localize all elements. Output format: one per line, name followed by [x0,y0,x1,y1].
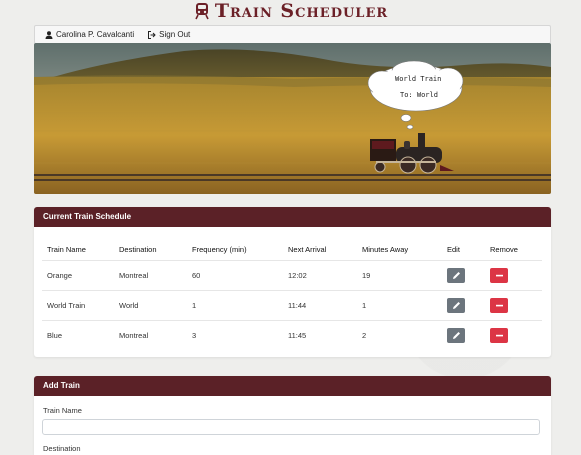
cell-next-arrival: 11:44 [283,290,357,321]
col-frequency: Frequency (min) [192,244,247,254]
col-minutes-away: Minutes Away [362,244,409,254]
remove-button[interactable] [490,298,508,313]
sign-out-link[interactable]: Sign Out [148,30,190,39]
table-header-row: Train Name Destination Frequency (min) N… [42,238,542,261]
minus-icon [495,304,503,307]
user-icon [45,30,53,39]
user-bar: Carolina P. Cavalcanti Sign Out [34,25,551,44]
app-header: Train Scheduler [0,0,581,22]
bubble-line-2: To: World [400,91,438,99]
prairie-train-illustration [34,43,551,194]
train-icon [193,2,211,20]
table-row: Orange Montreal 60 12:02 19 [42,260,542,291]
sign-out-label: Sign Out [159,30,191,39]
add-train-card-header: Add Train [34,376,551,396]
cell-minutes-away: 1 [357,290,442,321]
cell-train-name: World Train [42,290,114,321]
cell-frequency: 1 [187,290,283,321]
cell-destination: Montreal [114,260,187,291]
col-edit: Edit [447,244,460,254]
cell-train-name: Orange [42,260,114,291]
add-train-card: Add Train Train Name Destination [34,376,551,455]
bubble-line-1: World Train [395,75,442,83]
pencil-icon [452,272,460,279]
train-name-input[interactable] [42,419,540,435]
edit-button[interactable] [447,298,465,313]
cell-next-arrival: 11:45 [283,320,357,350]
remove-button[interactable] [490,268,508,283]
cell-minutes-away: 2 [357,320,442,350]
destination-label: Destination [43,444,81,453]
col-train-name: Train Name [47,244,86,254]
table-row: Blue Montreal 3 11:45 2 [42,320,542,350]
col-next-arrival: Next Arrival [288,244,327,254]
sign-out-icon [148,30,156,39]
col-remove: Remove [490,244,518,254]
page-title: Train Scheduler [214,0,389,22]
cell-frequency: 3 [187,320,283,350]
schedule-table: Train Name Destination Frequency (min) N… [42,238,542,350]
cell-minutes-away: 19 [357,260,442,291]
schedule-card-header: Current Train Schedule [34,207,551,227]
cell-next-arrival: 12:02 [283,260,357,291]
pencil-icon [452,302,460,309]
cell-train-name: Blue [42,320,114,350]
schedule-card: Current Train Schedule Train Name Destin… [34,207,551,357]
edit-button[interactable] [447,268,465,283]
minus-icon [495,274,503,277]
col-destination: Destination [119,244,157,254]
cell-destination: Montreal [114,320,187,350]
train-name-label: Train Name [43,406,82,415]
cell-frequency: 60 [187,260,283,291]
hero-banner: World Train To: World [34,43,551,194]
table-row: World Train World 1 11:44 1 [42,290,542,321]
pencil-icon [452,332,460,339]
user-name: Carolina P. Cavalcanti [56,30,135,39]
remove-button[interactable] [490,328,508,343]
user-name-display: Carolina P. Cavalcanti [45,30,134,39]
edit-button[interactable] [447,328,465,343]
cell-destination: World [114,290,187,321]
minus-icon [495,334,503,337]
